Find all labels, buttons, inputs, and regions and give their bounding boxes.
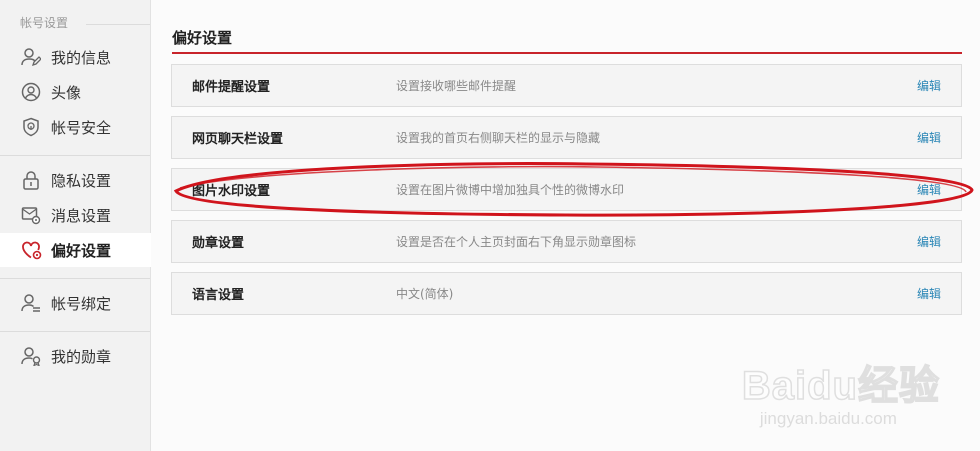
avatar-icon (20, 81, 42, 103)
sidebar-section-title: 帐号设置 (20, 16, 69, 30)
main-content: 偏好设置 邮件提醒设置 设置接收哪些邮件提醒 编辑 网页聊天栏设置 设置我的首页… (152, 0, 980, 451)
section-divider (86, 24, 150, 25)
title-underline (172, 52, 962, 54)
row-title: 网页聊天栏设置 (192, 132, 284, 147)
edit-link[interactable]: 编辑 (917, 285, 941, 302)
sidebar-divider (0, 278, 150, 279)
row-title: 勋章设置 (192, 236, 245, 251)
edit-link[interactable]: 编辑 (917, 181, 941, 198)
settings-row-email: 邮件提醒设置 设置接收哪些邮件提醒 编辑 (171, 64, 962, 107)
baidu-watermark: Baidu经验 jingyan.baidu.com (741, 353, 940, 429)
row-title: 图片水印设置 (192, 184, 271, 199)
sidebar-item-label: 隐私设置 (51, 171, 112, 190)
sidebar-divider (0, 155, 150, 156)
row-description: 设置是否在个人主页封面右下角显示勋章图标 (396, 235, 637, 249)
settings-row-medal: 勋章设置 设置是否在个人主页封面右下角显示勋章图标 编辑 (171, 220, 962, 263)
user-edit-icon (20, 46, 42, 68)
row-title: 邮件提醒设置 (192, 80, 271, 95)
sidebar-item-label: 消息设置 (51, 206, 112, 225)
sidebar-item-label: 头像 (51, 83, 82, 102)
sidebar-item-privacy[interactable]: 隐私设置 (0, 163, 150, 197)
row-description: 设置在图片微博中增加独具个性的微博水印 (396, 183, 625, 197)
sidebar-item-account-binding[interactable]: 帐号绑定 (0, 286, 150, 320)
message-settings-icon (20, 204, 42, 226)
sidebar-item-label: 我的信息 (51, 48, 112, 67)
sidebar-item-label: 偏好设置 (51, 241, 112, 260)
sidebar-divider (0, 331, 150, 332)
row-description: 设置我的首页右侧聊天栏的显示与隐藏 (396, 131, 601, 145)
watermark-logo: Baidu经验 (741, 363, 940, 409)
lock-icon (20, 169, 42, 191)
shield-icon (20, 116, 42, 138)
edit-link[interactable]: 编辑 (917, 77, 941, 94)
sidebar-item-avatar[interactable]: 头像 (0, 75, 150, 109)
settings-row-image-watermark: 图片水印设置 设置在图片微博中增加独具个性的微博水印 编辑 (171, 168, 962, 211)
sidebar-item-label: 帐号安全 (51, 118, 112, 137)
user-link-icon (20, 292, 42, 314)
settings-row-language: 语言设置 中文(简体) 编辑 (171, 272, 962, 315)
watermark-url: jingyan.baidu.com (759, 409, 897, 428)
page-title: 偏好设置 (172, 29, 233, 47)
row-description: 设置接收哪些邮件提醒 (396, 79, 517, 93)
user-medal-icon (20, 345, 42, 367)
sidebar-item-my-info[interactable]: 我的信息 (0, 40, 150, 74)
sidebar-item-label: 帐号绑定 (51, 294, 112, 313)
sidebar-item-messages[interactable]: 消息设置 (0, 198, 150, 232)
sidebar: 帐号设置 我的信息 头像 帐号安全 隐私设置 消息设置 偏好设置 帐号绑定 我的… (0, 0, 151, 451)
heart-gear-icon (20, 239, 42, 261)
sidebar-item-my-medals[interactable]: 我的勋章 (0, 339, 150, 373)
row-description: 中文(简体) (396, 287, 454, 301)
row-title: 语言设置 (192, 288, 245, 303)
sidebar-item-preferences[interactable]: 偏好设置 (0, 233, 151, 267)
edit-link[interactable]: 编辑 (917, 233, 941, 250)
settings-row-web-chat: 网页聊天栏设置 设置我的首页右侧聊天栏的显示与隐藏 编辑 (171, 116, 962, 159)
sidebar-item-label: 我的勋章 (51, 347, 112, 366)
sidebar-item-security[interactable]: 帐号安全 (0, 110, 150, 144)
edit-link[interactable]: 编辑 (917, 129, 941, 146)
